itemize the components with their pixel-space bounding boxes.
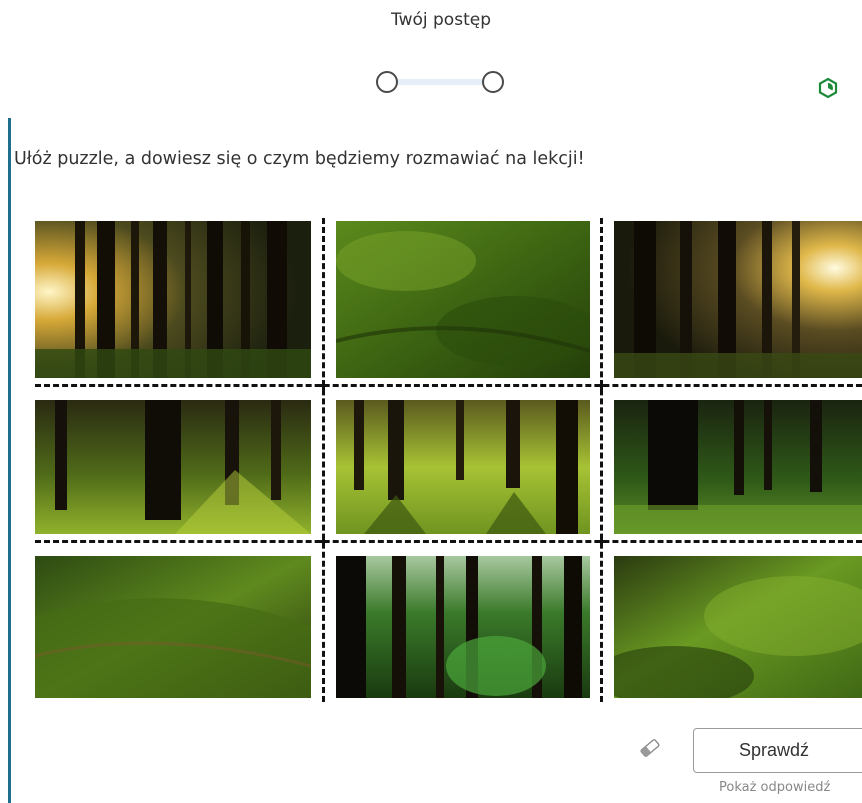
puzzle-tile-1[interactable] <box>35 221 311 378</box>
puzzle-joint-marker <box>318 536 329 547</box>
puzzle-joint-marker <box>596 380 607 391</box>
puzzle-joint-marker <box>596 536 607 547</box>
exercise-instruction: Ułóż puzzle, a dowiesz się o czym będzie… <box>14 149 585 169</box>
puzzle-cut-vertical-1 <box>322 218 325 702</box>
puzzle-cut-horizontal-1 <box>35 384 862 387</box>
puzzle-joint-marker <box>318 380 329 391</box>
puzzle-tile-4[interactable] <box>35 400 311 534</box>
puzzle-cut-horizontal-2 <box>35 540 862 543</box>
eraser-icon[interactable] <box>638 736 662 760</box>
progress-step-1[interactable] <box>376 71 398 93</box>
progress-step-2[interactable] <box>482 71 504 93</box>
puzzle-board <box>0 218 862 702</box>
puzzle-tile-6[interactable] <box>614 400 862 534</box>
puzzle-tile-2[interactable] <box>336 221 590 378</box>
hexagon-icon[interactable] <box>817 77 839 99</box>
check-button[interactable]: Sprawdź <box>693 728 862 773</box>
puzzle-tile-5[interactable] <box>336 400 590 534</box>
puzzle-cut-vertical-2 <box>600 218 603 702</box>
progress-title: Twój postęp <box>391 10 491 30</box>
puzzle-tile-9[interactable] <box>614 556 862 698</box>
show-answer-link[interactable]: Pokaż odpowiedź <box>719 780 830 795</box>
progress-line <box>388 79 492 85</box>
puzzle-tile-7[interactable] <box>35 556 311 698</box>
puzzle-tile-3[interactable] <box>614 221 862 378</box>
progress-tracker <box>376 70 504 94</box>
puzzle-tile-8[interactable] <box>336 556 590 698</box>
